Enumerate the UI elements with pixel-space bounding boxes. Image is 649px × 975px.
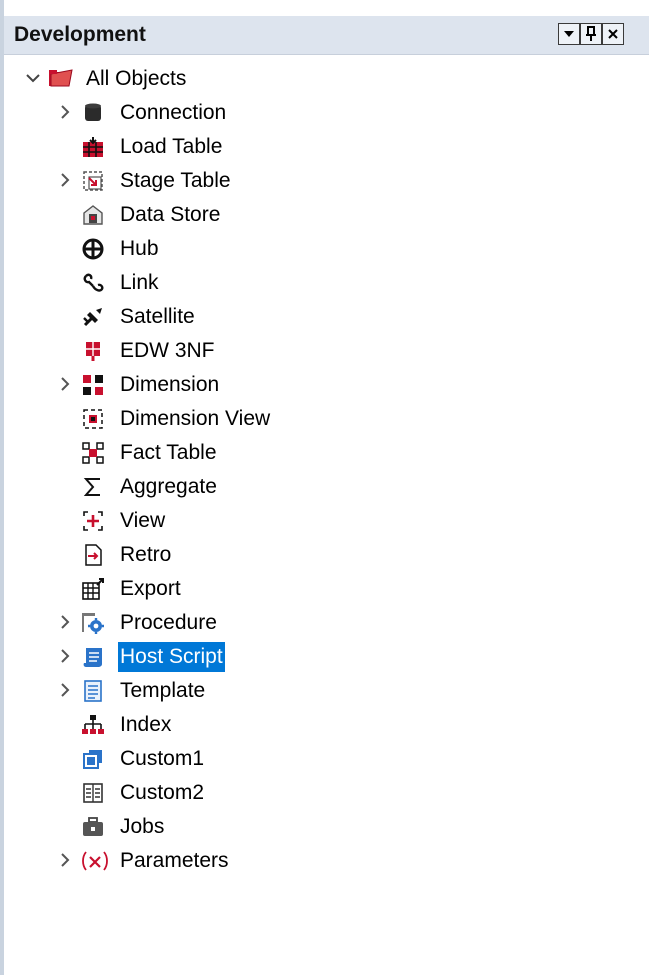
tree-item-label: Stage Table [120, 169, 231, 192]
tree-item-retro[interactable]: Retro [4, 538, 649, 572]
fact-table-icon [82, 442, 106, 464]
close-button[interactable] [602, 23, 624, 45]
chevron-right-icon[interactable] [56, 679, 74, 701]
folder-open-icon [48, 67, 73, 89]
tree-item-label: Retro [120, 543, 172, 566]
tree-item-export[interactable]: Export [4, 572, 649, 606]
tree-item-parameters[interactable]: Parameters [4, 844, 649, 878]
tree-item-label: Dimension View [120, 407, 271, 430]
tree-item-label: Data Store [120, 203, 221, 226]
tree-item-procedure[interactable]: Procedure [4, 606, 649, 640]
panel-title: Development [14, 23, 146, 46]
edw-3nf-icon [82, 340, 106, 362]
hub-icon [82, 238, 106, 260]
pin-button[interactable] [580, 23, 602, 45]
tree-item-dimension-view[interactable]: Dimension View [4, 402, 649, 436]
dropdown-arrow-icon [564, 31, 574, 37]
tree-item-index[interactable]: Index [4, 708, 649, 742]
database-icon [82, 102, 106, 124]
tree-item-link[interactable]: Link [4, 266, 649, 300]
jobs-icon [82, 816, 106, 838]
tree-item-label: EDW 3NF [120, 339, 215, 362]
tree-item-view[interactable]: View [4, 504, 649, 538]
tree-item-label: View [120, 509, 166, 532]
satellite-icon [82, 306, 106, 328]
tree-item-label: Hub [120, 237, 159, 260]
tree-item-label: Custom2 [120, 781, 205, 804]
index-icon [82, 714, 106, 736]
tree-item-jobs[interactable]: Jobs [4, 810, 649, 844]
chevron-right-icon[interactable] [56, 101, 74, 123]
tree-item-label: Aggregate [120, 475, 217, 498]
tree-item-label: Parameters [120, 849, 229, 872]
tree-item-dimension[interactable]: Dimension [4, 368, 649, 402]
template-icon [82, 680, 106, 702]
pin-icon [586, 26, 596, 41]
dimension-view-icon [82, 408, 106, 430]
tree-item-label: Custom1 [120, 747, 205, 770]
tree-item-edw-3nf[interactable]: EDW 3NF [4, 334, 649, 368]
tree-item-label: Host Script [118, 642, 225, 672]
tree-item-label: Procedure [120, 611, 217, 634]
tree-root-all-objects[interactable]: All Objects [4, 62, 649, 96]
tree-item-label: Dimension [120, 373, 220, 396]
tree-item-custom1[interactable]: Custom1 [4, 742, 649, 776]
tree-item-stage-table[interactable]: Stage Table [4, 164, 649, 198]
dimension-icon [82, 374, 106, 396]
dropdown-button[interactable] [558, 23, 580, 45]
chevron-right-icon[interactable] [56, 169, 74, 191]
tree-item-custom2[interactable]: Custom2 [4, 776, 649, 810]
tree-item-satellite[interactable]: Satellite [4, 300, 649, 334]
parameters-icon [80, 850, 110, 872]
chevron-down-icon[interactable] [24, 67, 42, 89]
panel-header: Development [4, 16, 649, 55]
tree-item-template[interactable]: Template [4, 674, 649, 708]
tree-item-connection[interactable]: Connection [4, 96, 649, 130]
view-icon [82, 510, 106, 532]
tree-item-load-table[interactable]: Load Table [4, 130, 649, 164]
custom2-icon [82, 782, 106, 804]
tree-item-label: All Objects [86, 67, 187, 90]
load-table-icon [82, 136, 106, 158]
host-script-icon [82, 646, 106, 668]
tree-item-label: Jobs [120, 815, 165, 838]
link-icon [82, 272, 106, 294]
sigma-icon [82, 476, 106, 498]
data-store-icon [82, 204, 106, 226]
retro-icon [82, 544, 106, 566]
tree-item-fact-table[interactable]: Fact Table [4, 436, 649, 470]
tree-item-label: Connection [120, 101, 227, 124]
tree-item-aggregate[interactable]: Aggregate [4, 470, 649, 504]
tree-item-host-script[interactable]: Host Script [4, 640, 649, 674]
tree-item-label: Export [120, 577, 181, 600]
tree-item-label: Fact Table [120, 441, 217, 464]
chevron-right-icon[interactable] [56, 611, 74, 633]
chevron-right-icon[interactable] [56, 645, 74, 667]
tree-item-data-store[interactable]: Data Store [4, 198, 649, 232]
tree-item-hub[interactable]: Hub [4, 232, 649, 266]
tree-item-label: Load Table [120, 135, 223, 158]
tree-item-label: Link [120, 271, 159, 294]
chevron-right-icon[interactable] [56, 373, 74, 395]
development-panel: Development All Objects Connection Load … [0, 0, 649, 975]
tree-item-label: Satellite [120, 305, 195, 328]
custom1-icon [82, 748, 106, 770]
tree-item-label: Template [120, 679, 206, 702]
export-icon [82, 578, 106, 600]
tree-item-label: Index [120, 713, 172, 736]
chevron-right-icon[interactable] [56, 849, 74, 871]
close-icon [608, 29, 618, 39]
procedure-icon [82, 612, 106, 634]
stage-table-icon [82, 170, 106, 192]
